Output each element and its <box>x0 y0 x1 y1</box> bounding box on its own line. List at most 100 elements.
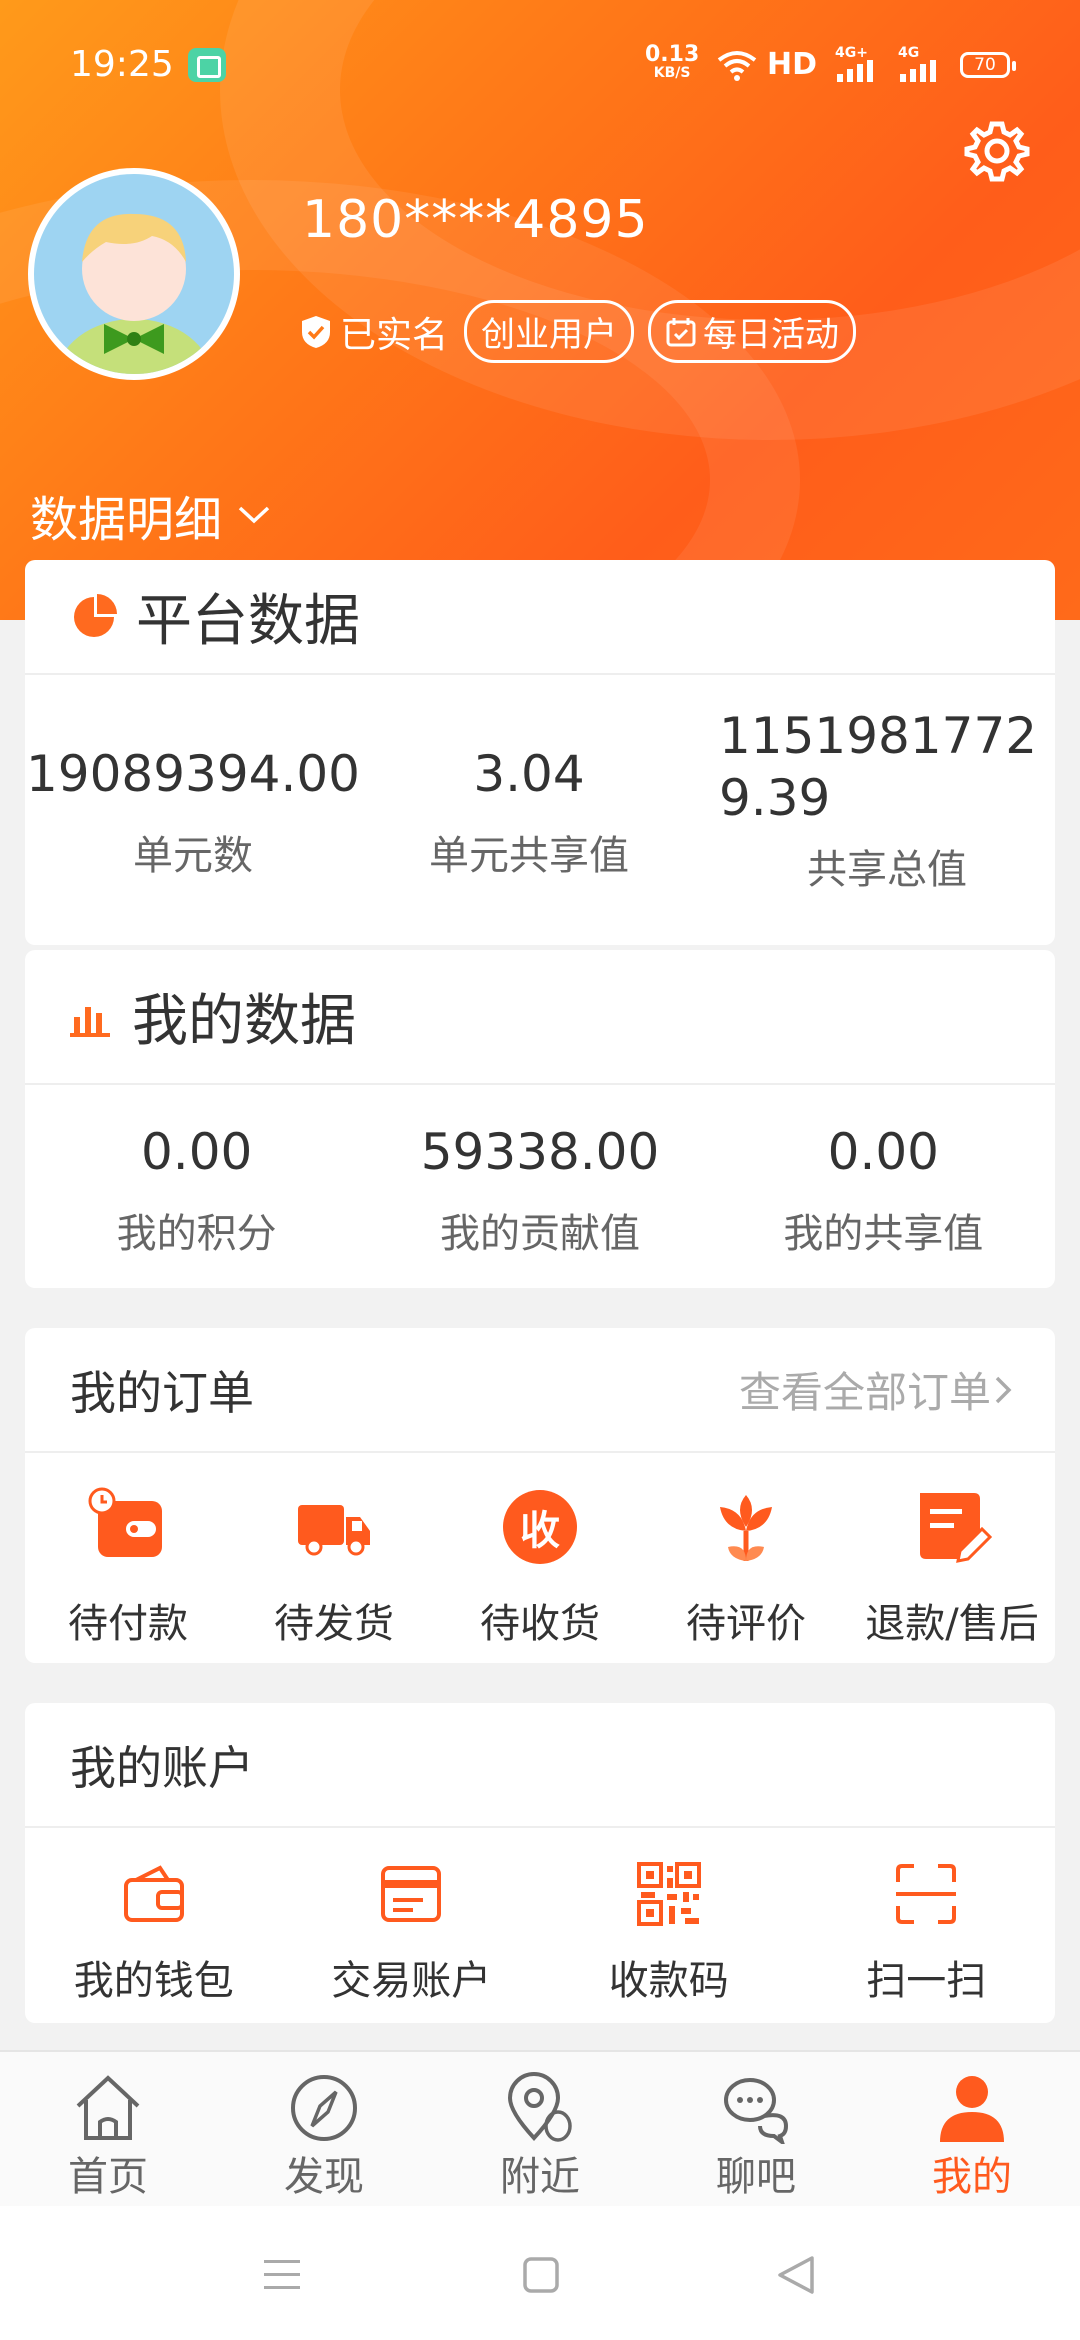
network-speed-value: 0.13 <box>645 42 700 67</box>
account-scan[interactable]: 扫一扫 <box>798 1828 1056 2006</box>
my-account-card: 我的账户 我的钱包 交易账户 收款码 扫一扫 <box>25 1703 1055 2023</box>
order-pending-shipment[interactable]: 待发货 <box>231 1453 437 1649</box>
location-icon <box>507 2072 572 2142</box>
pie-chart-icon <box>74 593 117 637</box>
signal-icon-2: 4G <box>898 46 942 86</box>
verified-badge: 已实名 <box>300 306 448 358</box>
stat-my-share-value[interactable]: 0.00 我的共享值 <box>712 1123 1055 1259</box>
qr-code-icon <box>636 1862 701 1926</box>
order-status-row: 待付款 待发货 收 待收货 待评价 退款/售后 <box>25 1453 1055 1649</box>
chat-icon <box>724 2078 789 2144</box>
nav-label: 发现 <box>284 2154 364 2200</box>
stat-label: 我的积分 <box>116 1211 277 1257</box>
account-payment-code[interactable]: 收款码 <box>540 1828 798 2006</box>
status-time: 19:25 <box>70 44 174 85</box>
stat-label: 单元共享值 <box>429 833 629 879</box>
menu-icon[interactable] <box>262 2256 302 2292</box>
platform-stats: 19089394.00 单元数 3.04 单元共享值 11519817729.3… <box>25 675 1055 895</box>
avatar-illustration <box>56 213 212 374</box>
wifi-icon <box>717 51 757 81</box>
signal-type-1: 4G+ <box>835 45 868 61</box>
stat-label: 我的共享值 <box>783 1211 984 1257</box>
avatar[interactable] <box>28 168 240 380</box>
order-status-label: 待发货 <box>274 1601 394 1647</box>
stat-my-contribution[interactable]: 59338.00 我的贡献值 <box>368 1123 711 1259</box>
daily-activity-button[interactable]: 每日活动 <box>648 300 857 363</box>
order-refund-aftersale[interactable]: 退款/售后 <box>849 1453 1055 1649</box>
bottom-navigation: 首页 发现 附近 聊吧 我的 <box>0 2050 1080 2206</box>
compass-icon <box>291 2075 357 2141</box>
order-status-label: 待评价 <box>686 1601 806 1647</box>
nav-label: 我的 <box>932 2154 1012 2200</box>
stat-label: 我的贡献值 <box>439 1211 640 1257</box>
nav-label: 聊吧 <box>716 2154 796 2200</box>
user-type-badge[interactable]: 创业用户 <box>464 300 635 363</box>
stat-value: 11519817729.39 <box>719 707 1038 827</box>
wallet-clock-icon <box>88 1487 162 1557</box>
nav-nearby[interactable]: 附近 <box>432 2052 648 2206</box>
stat-value: 0.00 <box>141 1123 253 1181</box>
battery-indicator: 70 <box>960 52 1016 78</box>
account-wallet[interactable]: 我的钱包 <box>25 1828 283 2006</box>
nav-label: 首页 <box>68 2154 148 2200</box>
chevron-down-icon <box>238 506 270 524</box>
stat-value: 19089394.00 <box>25 745 360 803</box>
nav-mine[interactable]: 我的 <box>864 2052 1080 2206</box>
edit-note-icon <box>920 1493 992 1563</box>
order-status-label: 退款/售后 <box>865 1601 1039 1647</box>
account-label: 收款码 <box>608 1958 729 2004</box>
receive-icon: 收 <box>503 1490 577 1564</box>
calendar-check-icon <box>666 317 696 346</box>
my-data-card: 我的数据 0.00 我的积分 59338.00 我的贡献值 0.00 我的共享值 <box>25 950 1055 1288</box>
my-orders-card: 我的订单 查看全部订单 待付款 待发货 收 待收货 待评价 退款/售后 <box>25 1328 1055 1663</box>
card-icon <box>381 1866 442 1922</box>
order-pending-payment[interactable]: 待付款 <box>25 1453 231 1649</box>
scan-icon <box>896 1864 957 1924</box>
platform-data-card: 平台数据 19089394.00 单元数 3.04 单元共享值 11519817… <box>25 560 1055 945</box>
data-detail-toggle[interactable]: 数据明细 <box>30 480 272 550</box>
nav-home[interactable]: 首页 <box>0 2052 216 2206</box>
bar-chart-icon <box>70 1006 110 1037</box>
status-bar: 19:25 0.13 KB/S HD 4G+ 4G 70 <box>0 0 1080 130</box>
my-account-header: 我的账户 <box>25 1703 1055 1828</box>
chevron-right-icon <box>995 1376 1012 1403</box>
my-orders-header: 我的订单 查看全部订单 <box>25 1328 1055 1453</box>
profile-header: 19:25 0.13 KB/S HD 4G+ 4G 70 180****4895… <box>0 0 1080 620</box>
back-triangle-icon[interactable] <box>776 2254 816 2296</box>
my-orders-title: 我的订单 <box>70 1365 254 1420</box>
stat-my-points[interactable]: 0.00 我的积分 <box>25 1123 368 1259</box>
data-detail-label: 数据明细 <box>30 492 223 548</box>
wallet-icon <box>123 1865 184 1922</box>
order-status-label: 待付款 <box>68 1601 188 1647</box>
my-data-title: 我的数据 <box>132 989 356 1054</box>
nav-chat[interactable]: 聊吧 <box>648 2052 864 2206</box>
my-data-header: 我的数据 <box>25 950 1055 1085</box>
platform-data-title: 平台数据 <box>136 589 360 654</box>
verified-label: 已实名 <box>340 314 449 356</box>
home-square-icon[interactable] <box>522 2256 560 2294</box>
user-phone-number: 180****4895 <box>302 190 649 250</box>
platform-data-header: 平台数据 <box>25 560 1055 675</box>
view-all-orders-link[interactable]: 查看全部订单 <box>739 1359 1015 1420</box>
stat-value: 3.04 <box>473 745 585 803</box>
hd-indicator: HD <box>767 47 818 82</box>
order-status-label: 待收货 <box>480 1601 600 1647</box>
account-label: 扫一扫 <box>866 1958 987 2004</box>
user-type-label: 创业用户 <box>481 315 618 355</box>
signal-type-2: 4G <box>898 45 920 61</box>
account-row: 我的钱包 交易账户 收款码 扫一扫 <box>25 1828 1055 2006</box>
order-pending-review[interactable]: 待评价 <box>643 1453 849 1649</box>
settings-gear-icon[interactable] <box>962 116 1032 186</box>
stat-unit-count: 19089394.00 单元数 <box>25 717 361 895</box>
stat-total-share-value: 11519817729.39 共享总值 <box>697 707 1055 895</box>
stat-label: 单元数 <box>133 833 253 879</box>
account-label: 我的钱包 <box>73 1958 234 2004</box>
account-trading[interactable]: 交易账户 <box>283 1828 541 2006</box>
order-pending-receipt[interactable]: 收 待收货 <box>437 1453 643 1649</box>
profile-badges: 已实名 创业用户 每日活动 <box>300 300 870 363</box>
nav-discover[interactable]: 发现 <box>216 2052 432 2206</box>
account-label: 交易账户 <box>331 1958 492 2004</box>
stat-unit-share-value: 3.04 单元共享值 <box>361 717 697 895</box>
signal-icon-1: 4G+ <box>835 46 879 86</box>
network-speed: 0.13 KB/S <box>645 42 700 81</box>
